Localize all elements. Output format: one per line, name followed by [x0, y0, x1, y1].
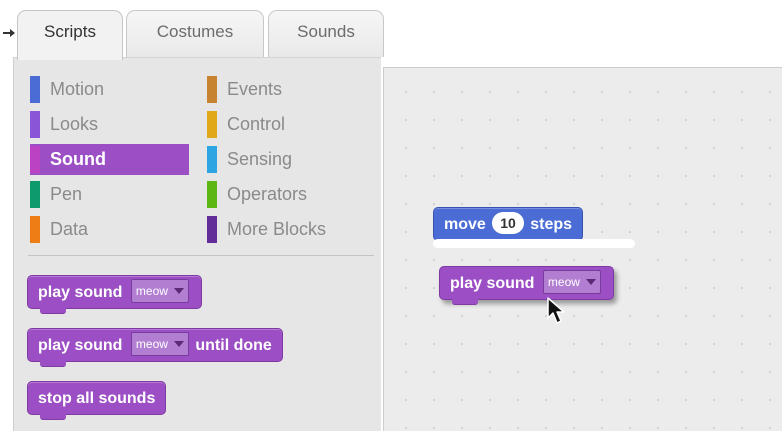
tab-costumes[interactable]: Costumes — [126, 10, 264, 57]
sound-menu-dropdown[interactable]: meow — [130, 331, 189, 356]
dragged-play-sound-block[interactable]: play sound meow — [439, 266, 614, 305]
sound-menu-dropdown[interactable]: meow — [130, 278, 189, 303]
drop-indicator — [433, 239, 635, 248]
category-label: Pen — [50, 184, 83, 204]
category-operators[interactable]: Operators — [207, 179, 372, 210]
category-label: Sensing — [227, 149, 293, 169]
dropdown-caret-icon — [585, 278, 596, 285]
category-color-swatch — [207, 216, 217, 243]
scratch-editor: Scripts Costumes Sounds Motion Looks Sou… — [0, 0, 782, 431]
category-label: More Blocks — [227, 219, 327, 239]
block-label: move — [444, 216, 486, 233]
steps-number-input[interactable]: 10 — [492, 211, 524, 234]
category-data[interactable]: Data — [30, 214, 200, 245]
block-label: play sound — [450, 275, 535, 292]
category-color-swatch — [207, 111, 217, 138]
category-sensing[interactable]: Sensing — [207, 144, 372, 175]
category-motion[interactable]: Motion — [30, 74, 200, 105]
sound-menu-dropdown[interactable]: meow — [542, 269, 601, 294]
block-palette: Motion Looks Sound Pen Data Events Contr… — [13, 57, 381, 431]
tab-sounds[interactable]: Sounds — [268, 10, 384, 57]
play-sound-block[interactable]: play sound meow — [27, 275, 202, 314]
block-suffix-label: until done — [195, 337, 272, 354]
block-label: play sound — [38, 337, 123, 354]
category-label: Motion — [50, 79, 105, 99]
block-label: play sound — [38, 284, 123, 301]
category-sound[interactable]: Sound — [30, 144, 189, 175]
move-steps-block[interactable]: move 10 steps — [433, 207, 584, 246]
category-pen[interactable]: Pen — [30, 179, 200, 210]
category-events[interactable]: Events — [207, 74, 372, 105]
category-color-swatch — [30, 146, 40, 173]
category-label: Data — [50, 219, 89, 239]
category-color-swatch — [207, 181, 217, 208]
category-color-swatch — [207, 76, 217, 103]
block-label: stop all sounds — [38, 390, 156, 407]
category-looks[interactable]: Looks — [30, 109, 200, 140]
dropdown-value: meow — [547, 274, 580, 289]
pointer-arrow-icon — [3, 29, 15, 37]
tab-scripts[interactable]: Scripts — [17, 10, 123, 60]
category-color-swatch — [30, 111, 40, 138]
stop-all-sounds-block[interactable]: stop all sounds — [27, 381, 167, 420]
dropdown-caret-icon — [173, 287, 184, 294]
script-area[interactable] — [383, 67, 782, 431]
category-more-blocks[interactable]: More Blocks — [207, 214, 372, 245]
block-label: steps — [530, 216, 573, 233]
category-label: Operators — [227, 184, 308, 204]
category-label: Control — [227, 114, 286, 134]
category-color-swatch — [207, 146, 217, 173]
category-label: Sound — [50, 149, 106, 169]
category-label: Events — [227, 79, 283, 99]
category-label: Looks — [50, 114, 99, 134]
palette-divider — [28, 255, 374, 256]
dropdown-caret-icon — [173, 340, 184, 347]
play-sound-until-done-block[interactable]: play sound meow until done — [27, 328, 283, 367]
category-color-swatch — [30, 76, 40, 103]
category-color-swatch — [30, 181, 40, 208]
mouse-pointer-icon — [547, 297, 565, 324]
category-control[interactable]: Control — [207, 109, 372, 140]
dropdown-value: meow — [135, 283, 168, 298]
dropdown-value: meow — [135, 336, 168, 351]
category-color-swatch — [30, 216, 40, 243]
